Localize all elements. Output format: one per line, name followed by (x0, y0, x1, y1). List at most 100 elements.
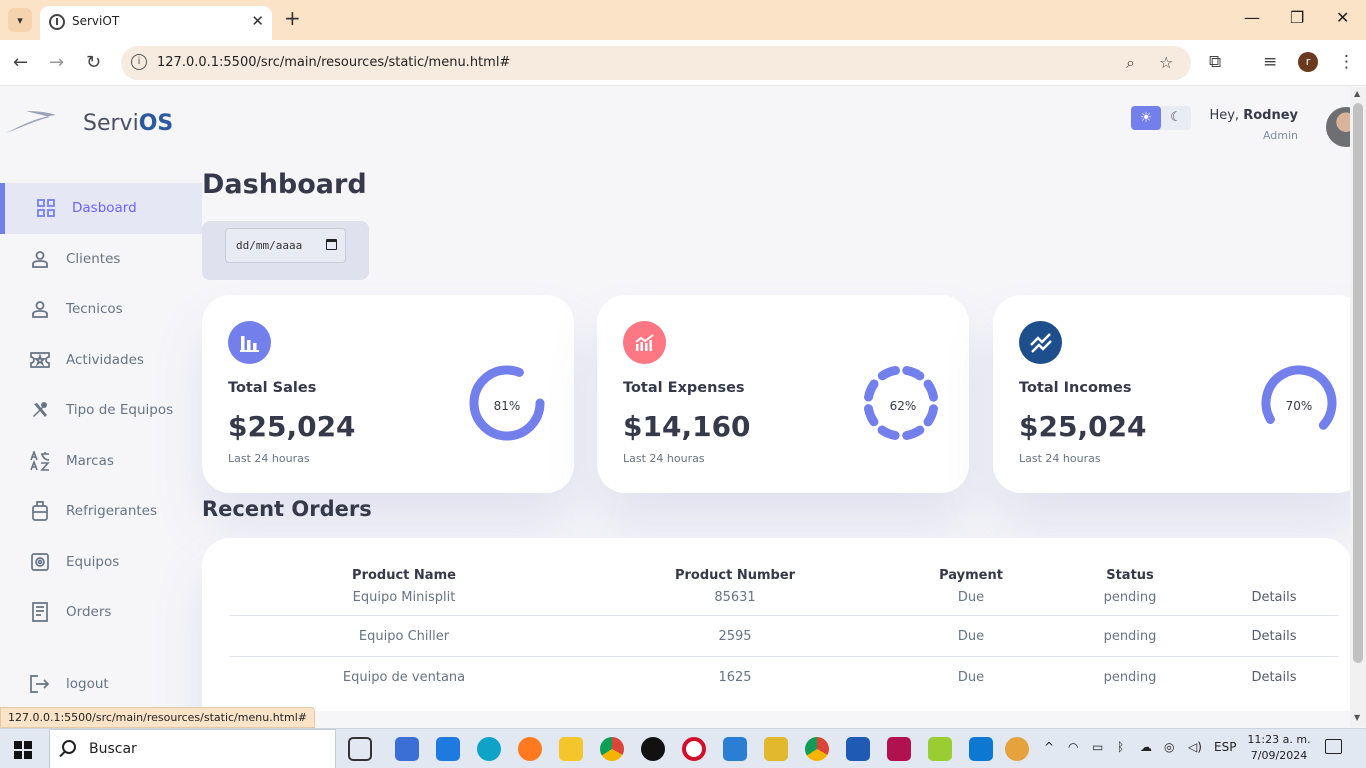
photos-icon[interactable] (723, 737, 747, 761)
windows-start-icon[interactable] (14, 741, 32, 759)
orders-table: Product Name Product Number Payment Stat… (229, 560, 1339, 698)
forward-icon[interactable]: → (49, 52, 64, 73)
taskbar-clock[interactable]: 11:23 a. m. 7/09/2024 (1244, 732, 1314, 764)
logout-icon (30, 674, 50, 694)
tiktok-icon[interactable] (641, 737, 665, 761)
notification-icon[interactable] (1325, 739, 1342, 754)
column-header: Product Number (674, 567, 796, 583)
table-row: Equipo Chiller 2595 Due pending Details (229, 615, 1339, 657)
card-amount: $14,160 (623, 410, 751, 443)
details-link[interactable]: Details (1209, 590, 1339, 616)
sidebar-item-label: Marcas (66, 452, 114, 469)
star-app-icon[interactable] (764, 737, 788, 761)
opera-icon[interactable] (682, 737, 706, 761)
app-icon[interactable] (395, 737, 419, 761)
profile-avatar[interactable]: r (1298, 52, 1318, 72)
details-link[interactable]: Details (1209, 657, 1339, 698)
progress-percent: 70% (1285, 399, 1313, 413)
sidebar-item-orders[interactable]: Orders (0, 587, 202, 638)
reload-icon[interactable]: ↻ (86, 52, 101, 73)
cell-product-number: 85631 (579, 590, 891, 616)
cell-product-name: Equipo Minisplit (229, 590, 579, 616)
line-chart-icon (1019, 321, 1062, 364)
logout-button[interactable]: logout (0, 659, 202, 710)
date-input[interactable]: dd/mm/aaaa (225, 228, 346, 263)
tray-chevron-icon[interactable]: ^ (1044, 740, 1054, 754)
receipt-icon (30, 602, 50, 623)
paint-icon[interactable] (1005, 737, 1029, 761)
chrome-active-icon[interactable] (805, 737, 829, 761)
volume-icon[interactable]: ◁) (1188, 740, 1202, 754)
media-control-icon[interactable]: ≡ (1263, 52, 1277, 72)
details-link[interactable]: Details (1209, 615, 1339, 657)
trend-chart-icon (623, 321, 666, 364)
site-info-icon[interactable]: i (131, 54, 147, 70)
calendar-icon[interactable] (326, 239, 337, 250)
bluetooth-icon[interactable]: ᛒ (1117, 740, 1124, 754)
minimize-icon[interactable]: — (1244, 8, 1260, 27)
card-title: Total Incomes (1019, 380, 1132, 396)
globe-icon (49, 14, 65, 30)
cell-product-number: 1625 (718, 669, 752, 685)
cell-payment: Due (891, 590, 1051, 616)
sidebar-item-clientes[interactable]: Clientes (0, 234, 202, 285)
logout-label: logout (66, 676, 109, 693)
cell-status: pending (1103, 669, 1157, 685)
sidebar-item-tipo-de-equipos[interactable]: Tipo de Equipos (0, 385, 202, 436)
page-title: Dashboard (202, 169, 367, 200)
avatar[interactable] (1326, 107, 1350, 147)
mail-icon[interactable] (436, 737, 460, 761)
sidebar-item-refrigerantes[interactable]: Refrigerantes (0, 486, 202, 537)
scroll-up-icon[interactable]: ▲ (1354, 89, 1360, 98)
network-icon[interactable]: ◠ (1068, 740, 1078, 754)
file-explorer-icon[interactable] (559, 737, 583, 761)
browser-menu-icon[interactable]: ⋮ (1338, 52, 1355, 72)
cog-box-icon (30, 552, 50, 572)
extensions-icon[interactable]: ⧉ (1209, 52, 1221, 72)
sidebar-item-label: Equipos (66, 553, 120, 570)
edge-icon[interactable] (477, 737, 501, 761)
person-icon (30, 249, 50, 269)
sidebar-item-marcas[interactable]: Marcas (0, 436, 202, 487)
close-tab-icon[interactable]: ✕ (251, 12, 264, 30)
intellij-icon[interactable] (887, 737, 911, 761)
grid-icon (36, 198, 56, 218)
zoom-icon[interactable]: ⌕ (1126, 53, 1135, 73)
tools-icon (30, 400, 50, 420)
sidebar-item-tecnicos[interactable]: Tecnicos (0, 284, 202, 335)
browser-tab[interactable]: ServiOT ✕ (40, 6, 272, 40)
vscode-icon[interactable] (969, 737, 993, 761)
address-bar[interactable]: i 127.0.0.1:5500/src/main/resources/stat… (121, 46, 1191, 80)
sidebar-item-dashboard[interactable]: Dasboard (0, 183, 202, 234)
battery-icon[interactable]: ▭ (1092, 740, 1103, 754)
language-indicator[interactable]: ESP (1214, 740, 1236, 754)
taskbar-search[interactable]: Buscar (49, 729, 336, 768)
cloud-icon[interactable]: ☁ (1140, 740, 1152, 754)
sidebar-item-actividades[interactable]: Actividades (0, 335, 202, 386)
new-tab-icon[interactable]: + (284, 6, 301, 30)
page-scrollbar[interactable]: ▲ ▼ (1350, 87, 1366, 727)
task-view-icon[interactable] (348, 737, 372, 761)
window-close-icon[interactable]: ✕ (1336, 8, 1349, 27)
tab-title: ServiOT (72, 14, 120, 28)
word-icon[interactable] (846, 737, 870, 761)
light-mode-icon[interactable]: ☀ (1131, 106, 1161, 130)
chrome-icon[interactable] (600, 737, 624, 761)
recent-orders-panel: Product Name Product Number Payment Stat… (202, 538, 1350, 711)
bookmark-star-icon[interactable]: ☆ (1159, 53, 1173, 72)
sidebar-item-label: Dasboard (72, 200, 137, 217)
back-icon[interactable]: ← (13, 52, 28, 73)
card-subtitle: Last 24 houras (623, 452, 705, 465)
scrollbar-thumb[interactable] (1353, 103, 1363, 663)
restore-icon[interactable]: ❐ (1290, 8, 1304, 27)
url-text[interactable]: 127.0.0.1:5500/src/main/resources/static… (157, 55, 510, 70)
tab-search-chevron-icon[interactable]: ▾ (8, 8, 32, 32)
progress-percent: 81% (493, 399, 521, 413)
meet-icon[interactable]: ◎ (1164, 740, 1174, 754)
sidebar-item-equipos[interactable]: Equipos (0, 537, 202, 588)
table-row: Equipo de ventana 1625 Due pending Detai… (229, 657, 1339, 698)
tool-app-icon[interactable] (928, 737, 952, 761)
bar-chart-icon (228, 321, 271, 364)
firefox-icon[interactable] (518, 737, 542, 761)
scroll-down-icon[interactable]: ▼ (1354, 713, 1360, 722)
